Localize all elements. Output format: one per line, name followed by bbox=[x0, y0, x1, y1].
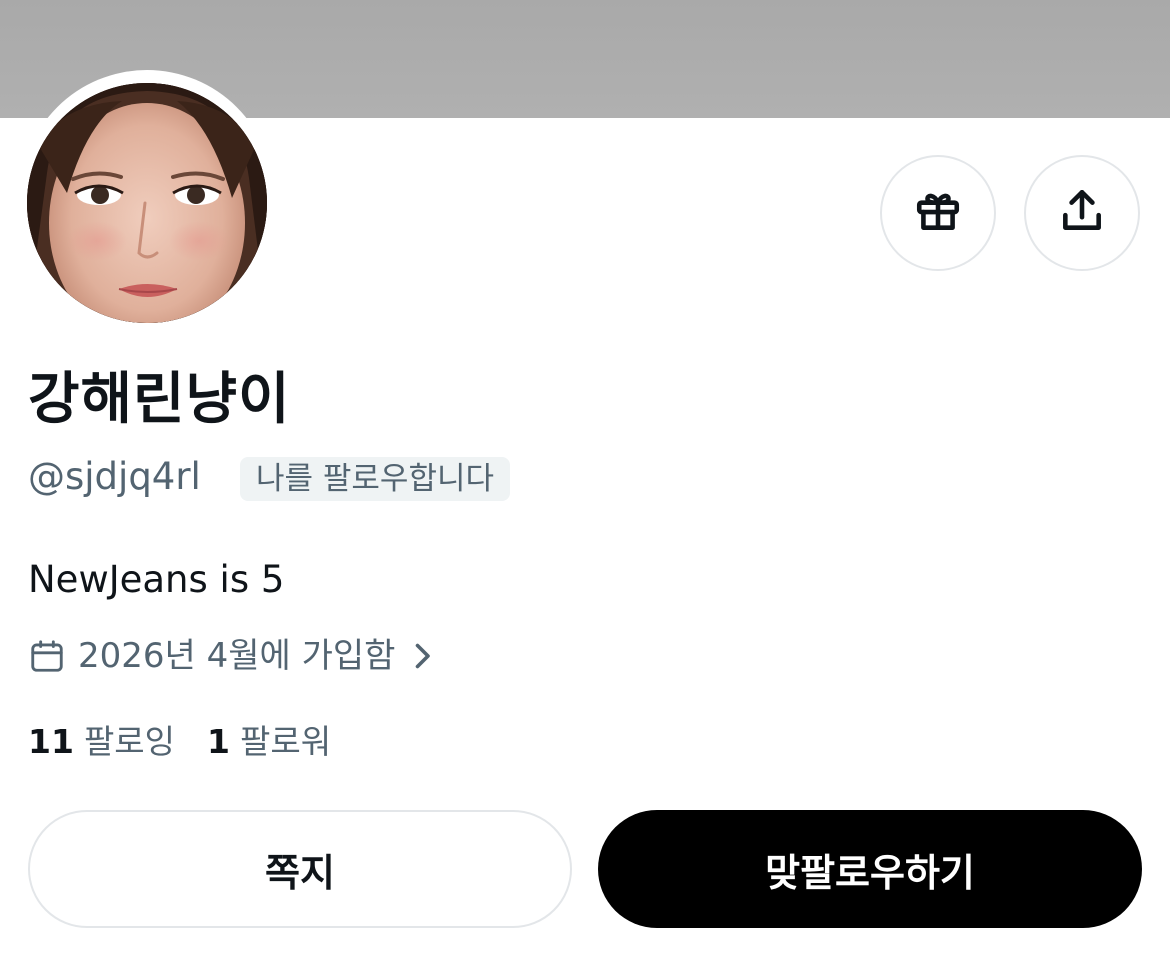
follows-you-badge: 나를 팔로우합니다 bbox=[240, 457, 511, 501]
followers-stat[interactable]: 1 팔로워 bbox=[207, 718, 331, 766]
follow-stats: 11 팔로잉 1 팔로워 bbox=[28, 718, 363, 766]
calendar-icon bbox=[28, 637, 66, 675]
share-icon bbox=[1057, 186, 1107, 240]
avatar[interactable] bbox=[27, 83, 267, 323]
follow-back-button[interactable]: 맞팔로우하기 bbox=[598, 810, 1142, 928]
following-label: 팔로잉 bbox=[83, 722, 176, 761]
gift-button[interactable] bbox=[880, 155, 996, 271]
chevron-right-icon bbox=[411, 641, 433, 671]
gift-icon bbox=[913, 186, 963, 240]
message-button[interactable]: 쪽지 bbox=[28, 810, 572, 928]
avatar-image bbox=[27, 83, 267, 323]
profile-page: 강해린냥이 @sjdjq4rl 나를 팔로우합니다 NewJeans is 5 … bbox=[0, 0, 1170, 953]
joined-date-text: 2026년 4월에 가입함 bbox=[78, 636, 396, 676]
share-button[interactable] bbox=[1024, 155, 1140, 271]
followers-label: 팔로워 bbox=[240, 722, 332, 761]
following-stat[interactable]: 11 팔로잉 bbox=[28, 718, 175, 766]
bio: NewJeans is 5 bbox=[28, 558, 285, 601]
handle: @sjdjq4rl bbox=[28, 455, 201, 498]
display-name: 강해린냥이 bbox=[28, 367, 291, 432]
following-count: 11 bbox=[28, 722, 74, 761]
joined-date-row[interactable]: 2026년 4월에 가입함 bbox=[28, 630, 433, 682]
followers-count: 1 bbox=[207, 722, 230, 761]
